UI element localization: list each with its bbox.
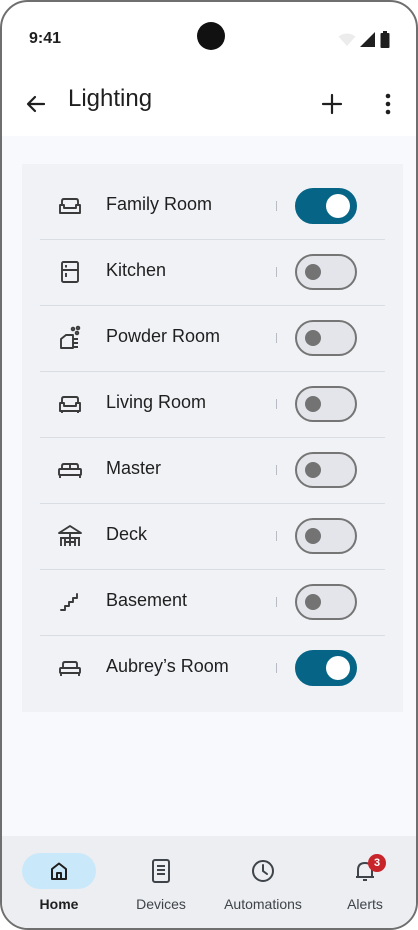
room-toggle-living-room[interactable]: [295, 386, 357, 422]
row-divider-tick: [276, 399, 277, 409]
phone-frame: 9:41 Lighting Family Room Kitchen Powder…: [0, 0, 418, 930]
room-row-kitchen[interactable]: Kitchen: [40, 239, 385, 306]
page-title: Lighting: [68, 85, 153, 112]
clock-icon: [252, 860, 274, 882]
toggle-knob: [326, 656, 350, 680]
row-divider-tick: [276, 333, 277, 343]
room-label: Family Room: [106, 194, 213, 214]
more-options-button[interactable]: [368, 84, 408, 124]
add-icon: [321, 93, 343, 115]
nav-icon-holder: [328, 853, 402, 889]
room-toggle-kitchen[interactable]: [295, 254, 357, 290]
content-area: Family Room Kitchen Powder Room Living R…: [2, 136, 416, 836]
battery-icon: [380, 31, 390, 48]
room-label: Living Room: [106, 392, 207, 412]
row-divider-tick: [276, 531, 277, 541]
bed-icon: [56, 654, 84, 682]
sofa-icon: [56, 390, 84, 418]
room-label: Aubrey’s Room: [106, 656, 229, 676]
room-toggle-family-room[interactable]: [295, 188, 357, 224]
room-label: Basement: [106, 590, 188, 610]
toggle-knob: [326, 194, 350, 218]
room-row-living-room[interactable]: Living Room: [40, 371, 385, 438]
toggle-knob: [305, 594, 321, 610]
camera-cutout: [197, 22, 225, 50]
row-divider-tick: [276, 201, 277, 211]
home-icon: [51, 862, 67, 880]
room-label: Powder Room: [106, 326, 221, 346]
sink-icon: [56, 324, 84, 352]
room-row-aubreys-room[interactable]: Aubrey’s Room: [40, 635, 385, 701]
nav-label: Alerts: [347, 896, 383, 912]
nav-devices[interactable]: Devices: [111, 836, 211, 928]
status-icons: [338, 31, 390, 48]
arrow-back-icon: [26, 95, 46, 113]
nav-label: Automations: [224, 896, 302, 912]
nav-label: Devices: [136, 896, 186, 912]
stairs-icon: [56, 588, 84, 616]
status-bar: 9:41: [2, 2, 416, 76]
status-time: 9:41: [29, 30, 62, 47]
room-row-deck[interactable]: Deck: [40, 503, 385, 570]
device-icon: [152, 859, 170, 883]
wifi-icon: [338, 33, 356, 46]
row-divider-tick: [276, 465, 277, 475]
app-bar: Lighting: [2, 76, 416, 136]
fridge-icon: [56, 258, 84, 286]
signal-icon: [360, 32, 375, 47]
nav-icon-holder: [124, 853, 198, 889]
room-toggle-powder-room[interactable]: [295, 320, 357, 356]
toggle-knob: [305, 264, 321, 280]
nav-alerts[interactable]: 3 Alerts: [315, 836, 415, 928]
nav-automations[interactable]: Automations: [213, 836, 313, 928]
deck-icon: [56, 522, 84, 550]
room-row-powder-room[interactable]: Powder Room: [40, 305, 385, 372]
room-label: Kitchen: [106, 260, 167, 280]
toggle-knob: [305, 528, 321, 544]
nav-icon-holder: [226, 853, 300, 889]
room-toggle-master[interactable]: [295, 452, 357, 488]
room-row-basement[interactable]: Basement: [40, 569, 385, 636]
room-toggle-aubreys-room[interactable]: [295, 650, 357, 686]
room-row-family-room[interactable]: Family Room: [40, 173, 385, 240]
room-list: Family Room Kitchen Powder Room Living R…: [22, 164, 403, 712]
room-toggle-deck[interactable]: [295, 518, 357, 554]
toggle-knob: [305, 462, 321, 478]
nav-label: Home: [39, 896, 79, 912]
row-divider-tick: [276, 267, 277, 277]
toggle-knob: [305, 396, 321, 412]
more-vert-icon: [385, 93, 391, 115]
row-divider-tick: [276, 597, 277, 607]
room-row-master[interactable]: Master: [40, 437, 385, 504]
nav-home[interactable]: Home: [9, 836, 109, 928]
bed-icon: [56, 456, 84, 484]
alerts-badge: 3: [368, 854, 386, 872]
row-divider-tick: [276, 663, 277, 673]
room-label: Master: [106, 458, 162, 478]
room-toggle-basement[interactable]: [295, 584, 357, 620]
toggle-knob: [305, 330, 321, 346]
bottom-navigation: Home Devices Automations 3 Alerts: [2, 836, 416, 928]
add-button[interactable]: [312, 84, 352, 124]
room-label: Deck: [106, 524, 148, 544]
sofa-icon: [56, 192, 84, 220]
back-button[interactable]: [16, 84, 56, 124]
nav-active-pill: [22, 853, 96, 889]
